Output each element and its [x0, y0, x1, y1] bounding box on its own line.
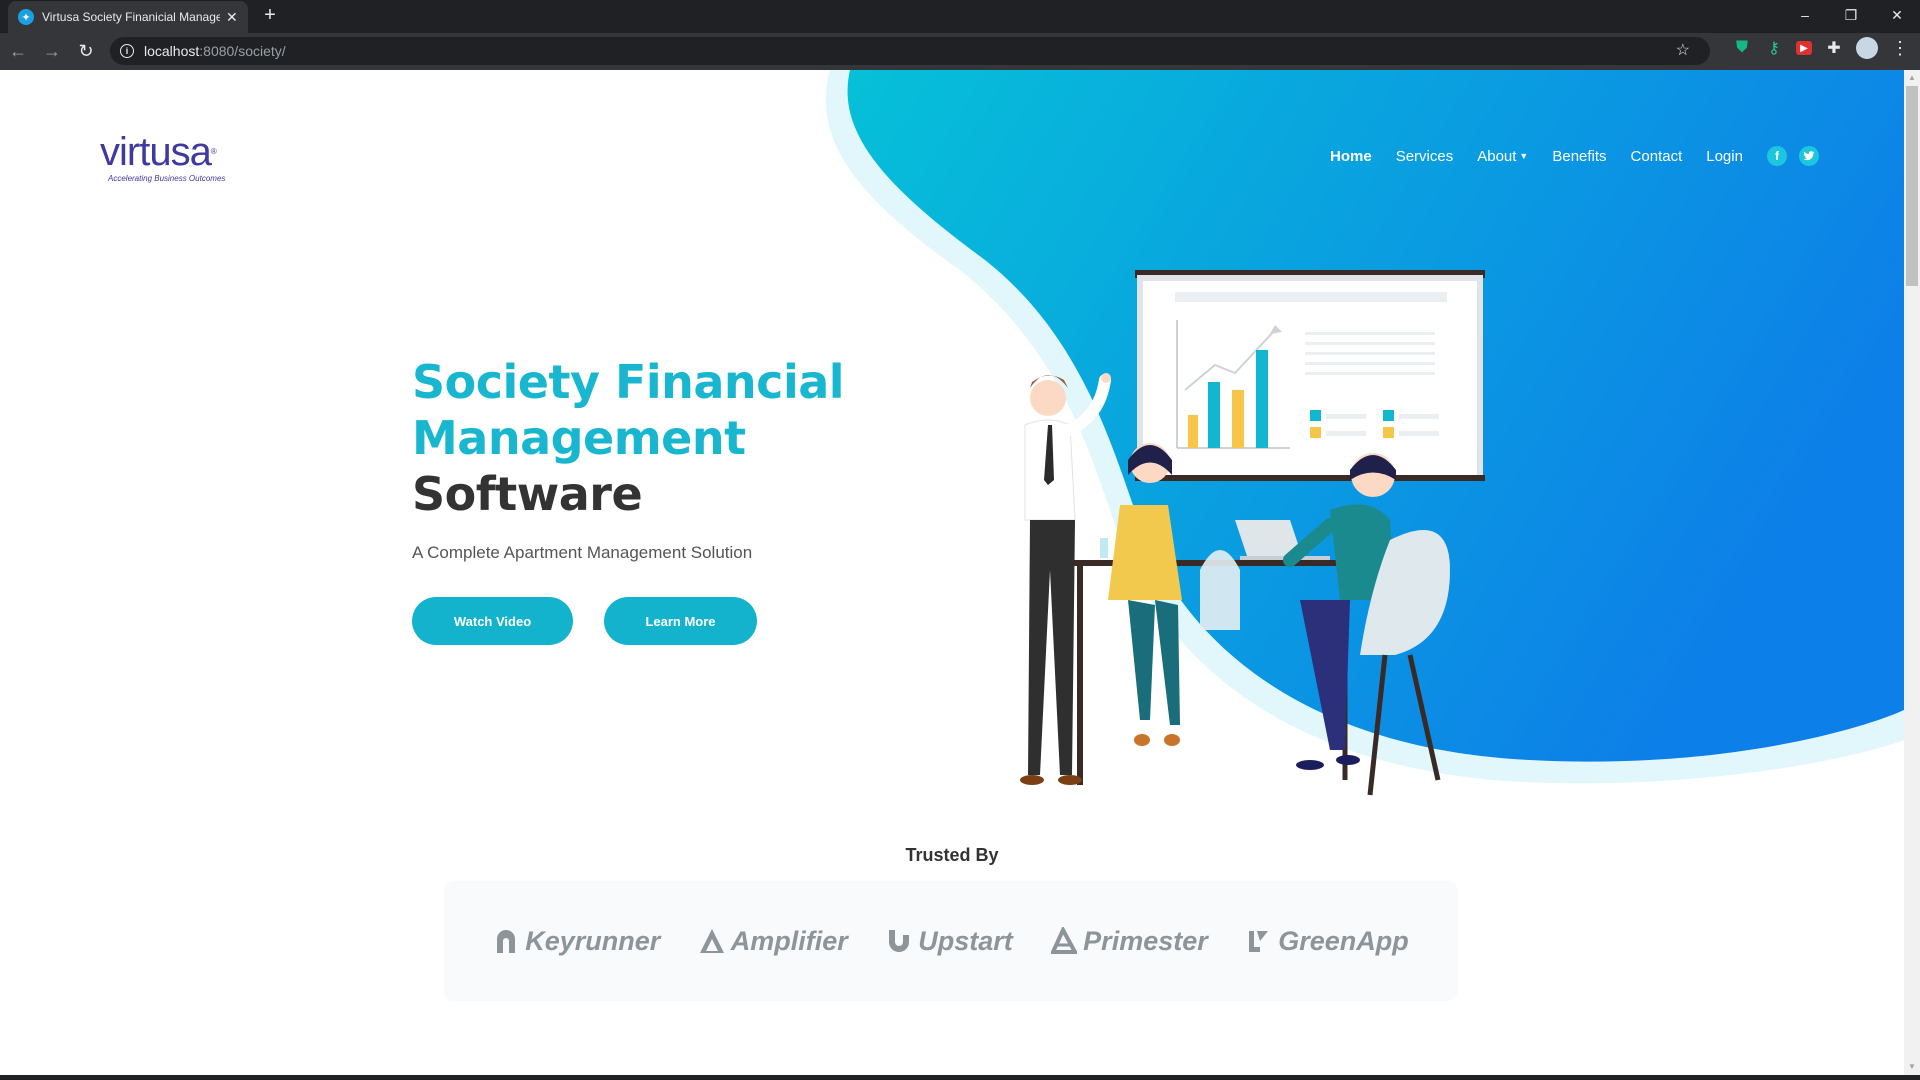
learn-more-button[interactable]: Learn More — [604, 597, 757, 645]
facebook-icon[interactable]: f — [1766, 146, 1787, 166]
scroll-down-arrow-icon[interactable]: ▼ — [1904, 1059, 1920, 1075]
brand-primester-label: Primester — [1083, 925, 1208, 956]
scroll-up-arrow-icon[interactable]: ▲ — [1904, 70, 1920, 86]
url-host: localhost — [144, 43, 200, 59]
nav-home[interactable]: Home — [1330, 148, 1372, 165]
caret-down-icon: ▼ — [1519, 150, 1529, 161]
brand-greenapp[interactable]: GreenApp — [1246, 926, 1409, 957]
brand-upstart-label: Upstart — [918, 925, 1013, 956]
trusted-brands-strip: Keyrunner Amplifier Upstart Primester Gr… — [444, 881, 1458, 1001]
main-nav: Home Services About ▼ Benefits Contact Lo… — [1330, 146, 1831, 166]
window-bottom-edge — [0, 1075, 1920, 1080]
minimize-button[interactable]: – — [1782, 0, 1828, 30]
logo-text: virtusa — [100, 130, 212, 174]
window-controls: – ❐ ✕ — [1782, 0, 1920, 33]
brand-keyrunner[interactable]: Keyrunner — [493, 926, 660, 957]
twitter-icon[interactable] — [1798, 146, 1819, 166]
nav-services[interactable]: Services — [1396, 148, 1454, 165]
nav-about-label: About — [1477, 147, 1517, 165]
hero-title-line3: Software — [412, 467, 643, 521]
key-extension-icon[interactable]: ⚷ — [1764, 38, 1784, 58]
brand-keyrunner-label: Keyrunner — [525, 925, 661, 956]
scrollbar-thumb[interactable] — [1906, 86, 1918, 286]
keyrunner-logo-icon — [497, 930, 516, 953]
profile-avatar[interactable] — [1856, 37, 1878, 59]
trusted-by-heading: Trusted By — [905, 845, 999, 865]
brand-upstart[interactable]: Upstart — [886, 926, 1013, 957]
brand-amplifier-label: Amplifier — [730, 925, 848, 956]
nav-about[interactable]: About ▼ — [1477, 148, 1528, 165]
close-tab-icon[interactable]: ✕ — [226, 9, 238, 26]
hero-title: Society Financial Management Software — [412, 354, 845, 522]
browser-toolbar: ← → ↻ i localhost:8080/society/ ☆ ⛊ ⚷ ▶ … — [0, 33, 1920, 70]
virtusa-logo[interactable]: virtusa® Accelerating Business Outcomes — [100, 132, 250, 192]
extension-icons: ⛊ ⚷ ▶ ✚ ⋮ — [1732, 37, 1910, 59]
info-icon[interactable]: i — [120, 44, 134, 58]
address-bar[interactable]: i localhost:8080/society/ ☆ — [110, 37, 1710, 65]
logo-tagline: Accelerating Business Outcomes — [108, 174, 226, 183]
nav-benefits[interactable]: Benefits — [1552, 148, 1606, 165]
back-button[interactable]: ← — [2, 36, 34, 68]
nav-login[interactable]: Login — [1706, 148, 1743, 165]
forward-button[interactable]: → — [36, 36, 68, 68]
bookmark-star-icon[interactable]: ☆ — [1676, 40, 1690, 60]
tab-title: Virtusa Society Finanicial Manage — [42, 10, 220, 24]
kebab-menu-icon[interactable]: ⋮ — [1890, 38, 1910, 58]
shield-extension-icon[interactable]: ⛊ — [1732, 38, 1752, 58]
brand-primester[interactable]: Primester — [1051, 926, 1208, 957]
browser-tab-bar: ✦ Virtusa Society Finanicial Manage ✕ + … — [0, 0, 1920, 33]
primester-logo-icon — [1051, 927, 1078, 954]
brand-greenapp-label: GreenApp — [1278, 925, 1409, 956]
browser-tab[interactable]: ✦ Virtusa Society Finanicial Manage ✕ — [8, 1, 248, 33]
watch-video-button[interactable]: Watch Video — [412, 597, 573, 645]
hero-title-line1: Society Financial — [412, 355, 845, 409]
hero-title-line2: Management — [412, 411, 746, 465]
reload-button[interactable]: ↻ — [70, 36, 102, 68]
new-tab-button[interactable]: + — [258, 4, 282, 28]
youtube-extension-icon[interactable]: ▶ — [1796, 41, 1812, 55]
page-viewport: virtusa® Accelerating Business Outcomes … — [0, 70, 1904, 1075]
favicon-icon: ✦ — [18, 9, 34, 25]
hero-background-shape — [825, 70, 1904, 784]
team-meeting-illustration — [1020, 270, 1485, 796]
amplifier-logo-icon — [699, 929, 724, 953]
page-scrollbar[interactable]: ▲ ▼ — [1904, 70, 1920, 1075]
puzzle-icon[interactable]: ✚ — [1824, 38, 1844, 58]
brand-amplifier[interactable]: Amplifier — [699, 926, 848, 957]
url-path: :8080/society/ — [199, 43, 286, 59]
upstart-logo-icon — [889, 930, 910, 952]
close-window-button[interactable]: ✕ — [1874, 0, 1920, 30]
restore-button[interactable]: ❐ — [1828, 0, 1874, 30]
nav-contact[interactable]: Contact — [1631, 148, 1683, 165]
greenapp-logo-icon — [1249, 931, 1269, 952]
hero-subtitle: A Complete Apartment Management Solution — [412, 543, 753, 562]
